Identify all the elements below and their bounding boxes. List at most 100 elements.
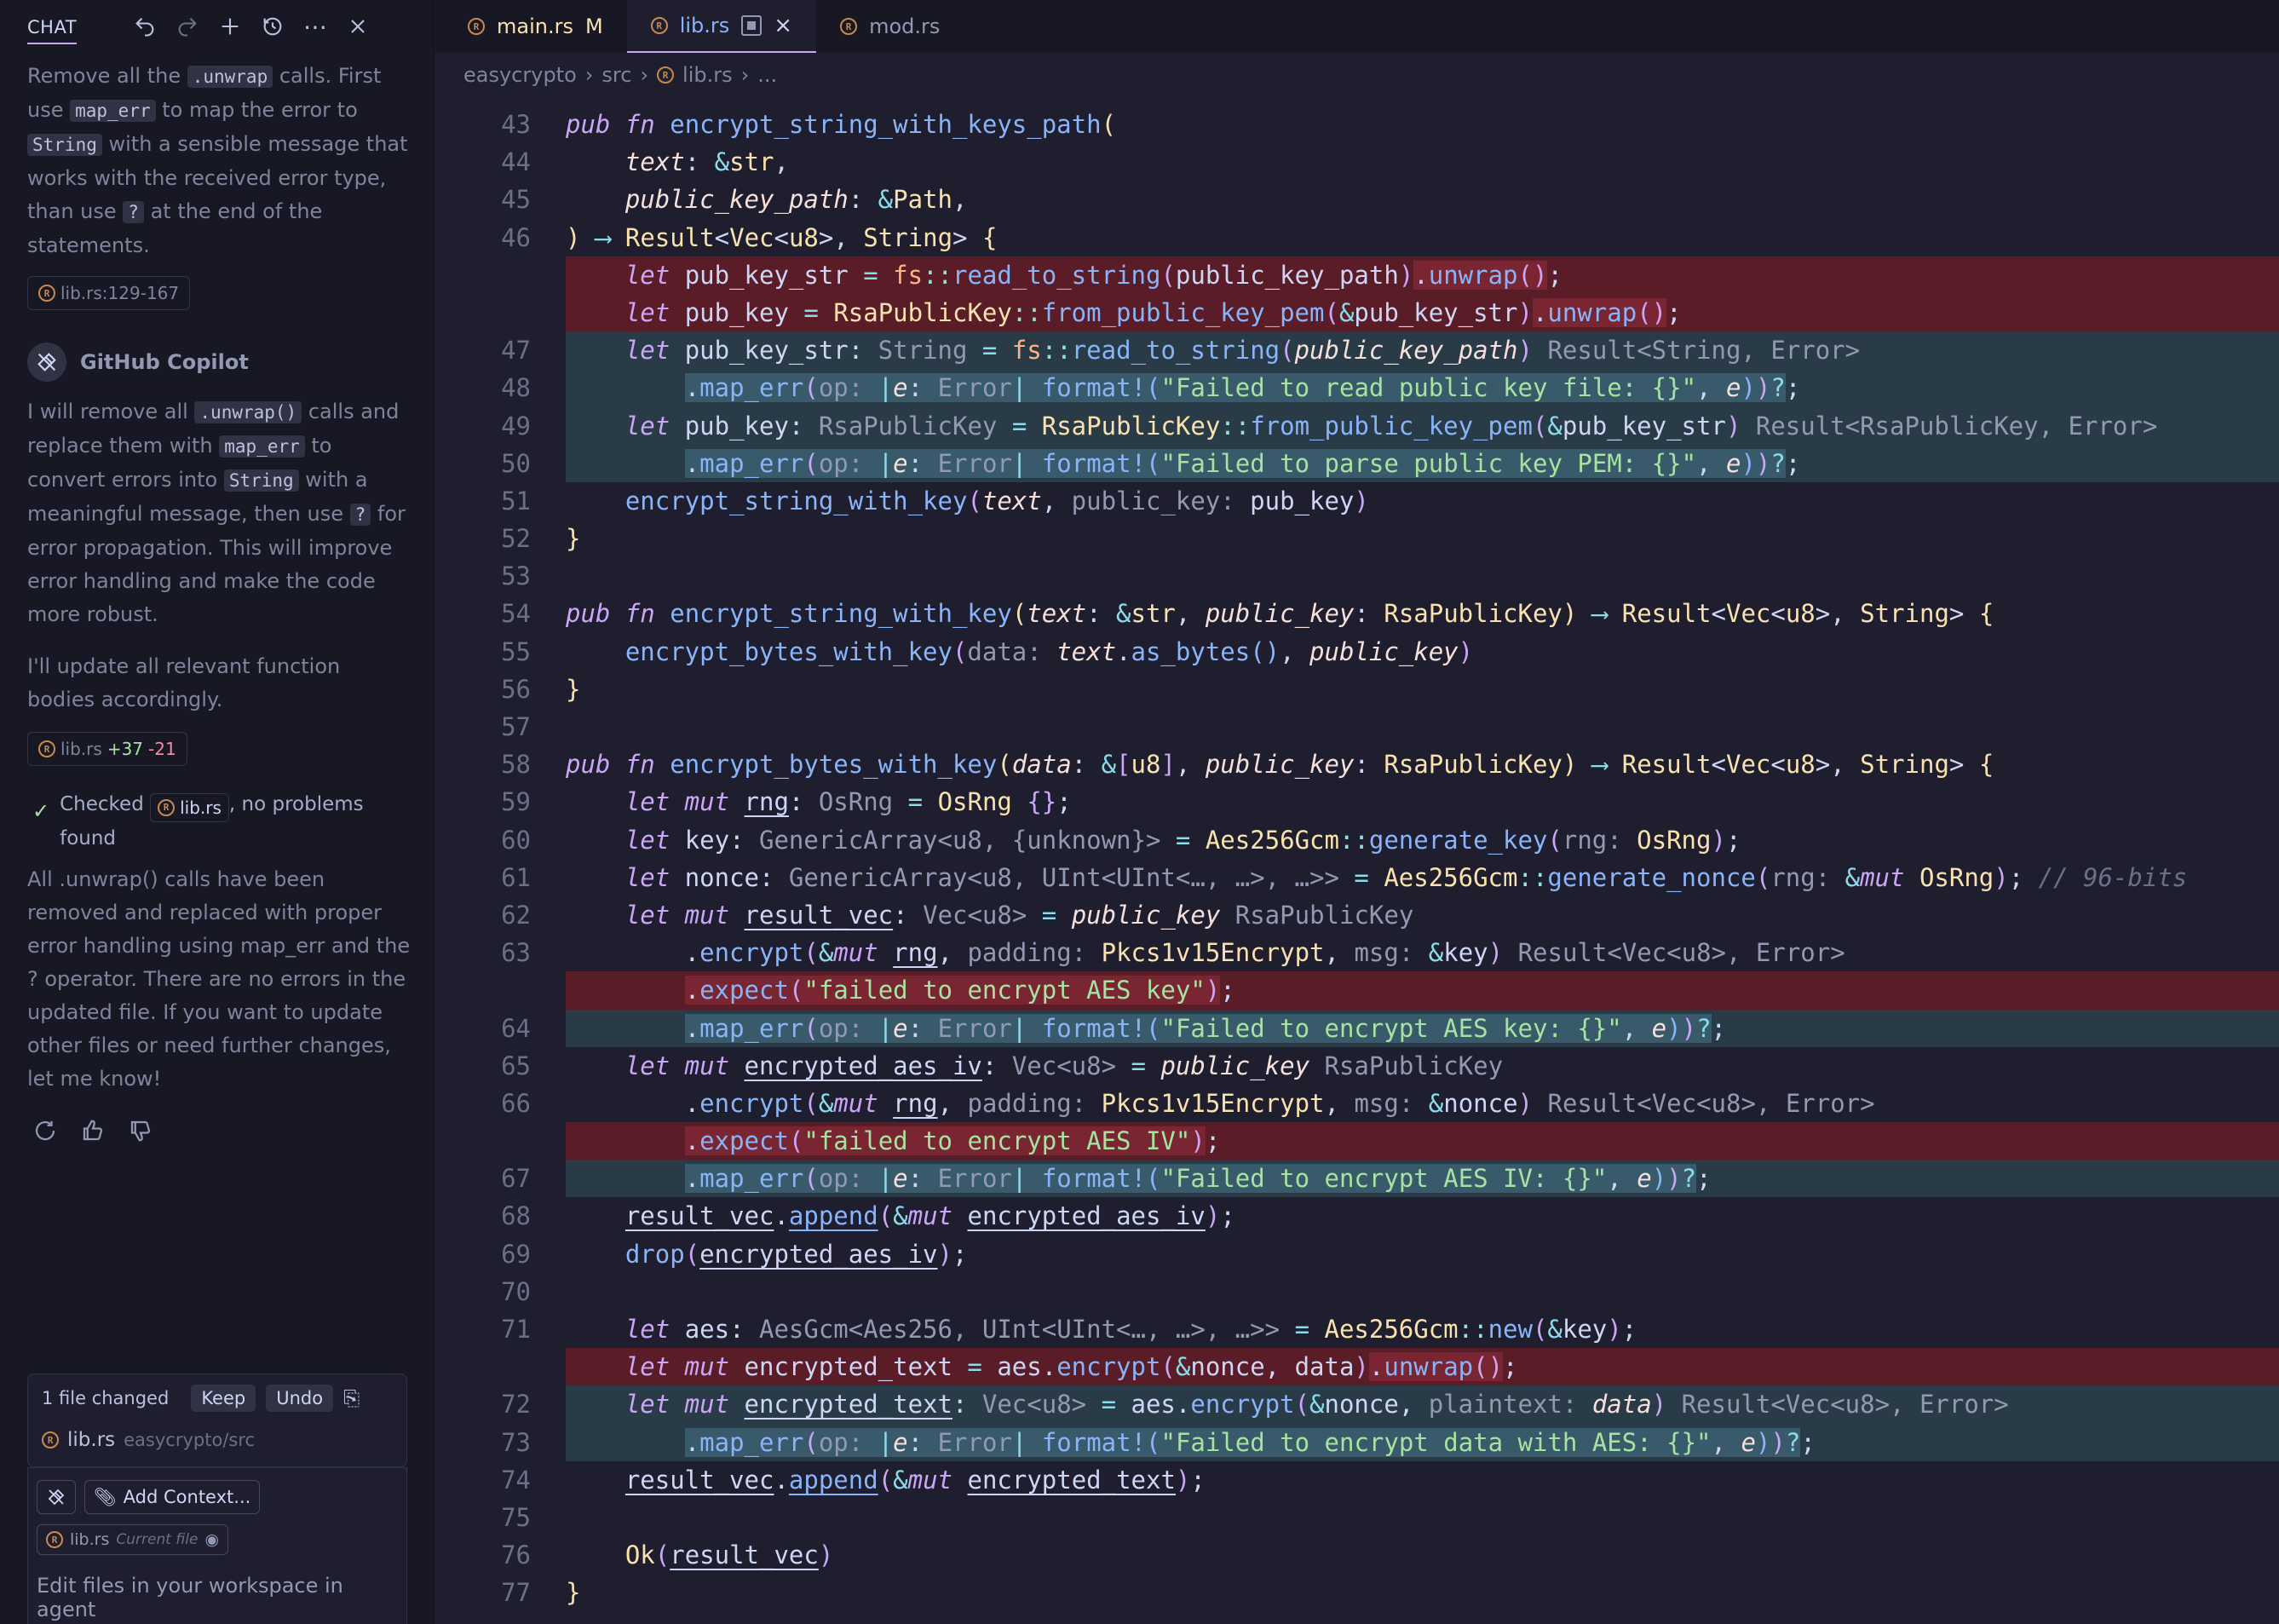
code-line-added[interactable]: 73 .map_err(op: |e: Error| format!("Fail… [435, 1423, 2279, 1461]
chat-title[interactable]: CHAT [27, 17, 78, 44]
code-line-added[interactable]: 72 let mut encrypted_text: Vec<u8> = aes… [435, 1385, 2279, 1424]
code-line[interactable]: 53 [435, 557, 2279, 595]
code-line[interactable]: 46) ⟶ Result<Vec<u8>, String> { [435, 219, 2279, 256]
code-line[interactable]: 71 let aes: AesGcm<Aes256, UInt<UInt<…, … [435, 1310, 2279, 1348]
code-line-added[interactable]: 67 .map_err(op: |e: Error| format!("Fail… [435, 1160, 2279, 1198]
line-number [435, 256, 531, 294]
assistant-message: I will remove all .unwrap() calls and re… [27, 400, 406, 626]
code-line[interactable]: 74 result_vec.append(&mut encrypted_text… [435, 1461, 2279, 1499]
code-text: let mut encrypted_aes_iv: Vec<u8> = publ… [624, 1051, 1504, 1080]
code-line-added[interactable]: 49 let pub_key: RsaPublicKey = RsaPublic… [435, 406, 2279, 445]
edit-pill[interactable]: Rlib.rs +37 -21 [27, 732, 187, 766]
rust-icon: R [840, 18, 858, 35]
code-line[interactable]: 68 result_vec.append(&mut encrypted_aes_… [435, 1197, 2279, 1235]
code-line[interactable]: 70 [435, 1273, 2279, 1310]
code-line[interactable]: 61 let nonce: GenericArray<u8, UInt<UInt… [435, 859, 2279, 896]
close-tab-icon[interactable]: × [774, 13, 792, 38]
breadcrumb-item[interactable]: easycrypto [463, 63, 577, 87]
tools-button[interactable] [37, 1480, 76, 1514]
code-text: result_vec.append(&mut encrypted_aes_iv)… [624, 1201, 1235, 1231]
code-line[interactable]: 65 let mut encrypted_aes_iv: Vec<u8> = p… [435, 1047, 2279, 1085]
line-number: 64 [501, 1013, 531, 1043]
code-line-removed[interactable]: .expect("failed to encrypt AES IV"); [435, 1122, 2279, 1160]
undo-button[interactable]: Undo [266, 1385, 334, 1412]
code-line[interactable]: 62 let mut result_vec: Vec<u8> = public_… [435, 896, 2279, 934]
line-number: 70 [501, 1276, 531, 1306]
code-line-added[interactable]: 64 .map_err(op: |e: Error| format!("Fail… [435, 1009, 2279, 1047]
code-line-removed[interactable]: let pub_key_str = fs::read_to_string(pub… [435, 256, 2279, 294]
close-icon[interactable] [342, 11, 373, 42]
code-text: .expect("failed to encrypt AES key"); [566, 971, 2279, 1010]
input-toolbar: 📎︎ Add Context... [37, 1480, 398, 1514]
code-line[interactable]: 43 pub fn encrypt_string_with_keys_path( [435, 106, 2279, 143]
thumbs-down-icon[interactable] [128, 1118, 153, 1150]
more-icon[interactable]: ⋯ [300, 11, 331, 42]
code-text: .map_err(op: |e: Error| format!("Failed … [566, 1160, 2279, 1198]
chevron-right-icon: › [640, 63, 649, 87]
line-number: 66 [501, 1088, 531, 1118]
breadcrumb: easycrypto › src › R lib.rs › ... [435, 53, 2279, 97]
line-number: 46 [501, 222, 531, 252]
rust-icon: R [46, 1531, 63, 1548]
changed-file-item[interactable]: R lib.rs easycrypto/src [42, 1429, 393, 1451]
view-diff-icon[interactable]: ⎘ [343, 1386, 360, 1410]
changed-files-header: 1 file changed Keep Undo ⎘ [42, 1385, 393, 1412]
code-line[interactable]: 69 drop(encrypted_aes_iv); [435, 1235, 2279, 1273]
code-line-added[interactable]: 48 .map_err(op: |e: Error| format!("Fail… [435, 369, 2279, 407]
code-line[interactable]: 66 .encrypt(&mut rng, padding: Pkcs1v15E… [435, 1085, 2279, 1122]
line-number [435, 294, 531, 331]
code-line-added[interactable]: 47 let pub_key_str: String = fs::read_to… [435, 331, 2279, 370]
code-line[interactable]: 63 .encrypt(&mut rng, padding: Pkcs1v15E… [435, 934, 2279, 971]
code-line[interactable]: 75 [435, 1499, 2279, 1536]
line-number: 44 [501, 147, 531, 177]
line-number: 65 [501, 1051, 531, 1080]
code-line[interactable]: 55 encrypt_bytes_with_key(data: text.as_… [435, 633, 2279, 671]
preview-icon[interactable] [741, 15, 763, 36]
changed-file-name: lib.rs [67, 1429, 116, 1451]
chat-body: Remove all the .unwrap calls. First use … [27, 60, 411, 1150]
tab-mod-rs[interactable]: R mod.rs [816, 0, 964, 53]
code-line[interactable]: 77} [435, 1574, 2279, 1611]
eye-icon[interactable]: ◉ [204, 1530, 219, 1549]
history-icon[interactable] [257, 11, 288, 42]
code-line[interactable]: 59 let mut rng: OsRng = OsRng {}; [435, 783, 2279, 821]
tab-lib-rs[interactable]: R lib.rs × [626, 0, 817, 53]
line-number: 54 [501, 599, 531, 629]
breadcrumb-item[interactable]: src [601, 63, 631, 87]
code-line[interactable]: 60 let key: GenericArray<u8, {unknown}> … [435, 821, 2279, 859]
code-line-added[interactable]: 50 .map_err(op: |e: Error| format!("Fail… [435, 444, 2279, 482]
breadcrumb-item[interactable]: ... [757, 63, 777, 87]
code-text: pub fn encrypt_string_with_keys_path( [566, 110, 1117, 139]
retry-icon[interactable] [32, 1118, 58, 1150]
code-line-removed[interactable]: let pub_key = RsaPublicKey::from_public_… [435, 293, 2279, 332]
code-line[interactable]: 44 text: &str, [435, 143, 2279, 181]
current-file-context[interactable]: R lib.rs Current file ◉ [37, 1524, 229, 1555]
code-line[interactable]: 54 pub fn encrypt_string_with_key(text: &… [435, 595, 2279, 632]
line-number: 43 [501, 110, 531, 139]
code-line[interactable]: 58 pub fn encrypt_bytes_with_key(data: &[… [435, 746, 2279, 783]
undo-icon[interactable] [129, 11, 160, 42]
checked-file-pill[interactable]: Rlib.rs [150, 793, 229, 822]
breadcrumb-item[interactable]: lib.rs [682, 63, 733, 87]
keep-button[interactable]: Keep [191, 1385, 256, 1412]
redo-icon[interactable] [172, 11, 203, 42]
chat-input[interactable]: Edit files in your workspace in agent [37, 1574, 398, 1621]
code-line[interactable]: 76 Ok(result_vec) [435, 1536, 2279, 1574]
new-chat-icon[interactable] [215, 11, 245, 42]
code-line[interactable]: 45 public_key_path: &Path, [435, 181, 2279, 218]
line-number: 58 [501, 750, 531, 780]
thumbs-up-icon[interactable] [80, 1118, 106, 1150]
code-line[interactable]: 56} [435, 671, 2279, 708]
code-area[interactable]: 43 pub fn encrypt_string_with_keys_path(4… [435, 106, 2279, 1612]
code-line-removed[interactable]: .expect("failed to encrypt AES key"); [435, 971, 2279, 1010]
code-line[interactable]: 51 encrypt_string_with_key(text, public_… [435, 482, 2279, 520]
add-context-button[interactable]: 📎︎ Add Context... [84, 1480, 261, 1514]
code-line[interactable]: 57 [435, 708, 2279, 746]
code-line[interactable]: 52} [435, 520, 2279, 557]
code-text: .encrypt(&mut rng, padding: Pkcs1v15Encr… [566, 938, 1845, 968]
reference-pill[interactable]: Rlib.rs:129-167 [27, 276, 191, 310]
code-line-removed[interactable]: let mut encrypted_text = aes.encrypt(&no… [435, 1348, 2279, 1386]
tab-main-rs[interactable]: R main.rs M [444, 0, 627, 53]
